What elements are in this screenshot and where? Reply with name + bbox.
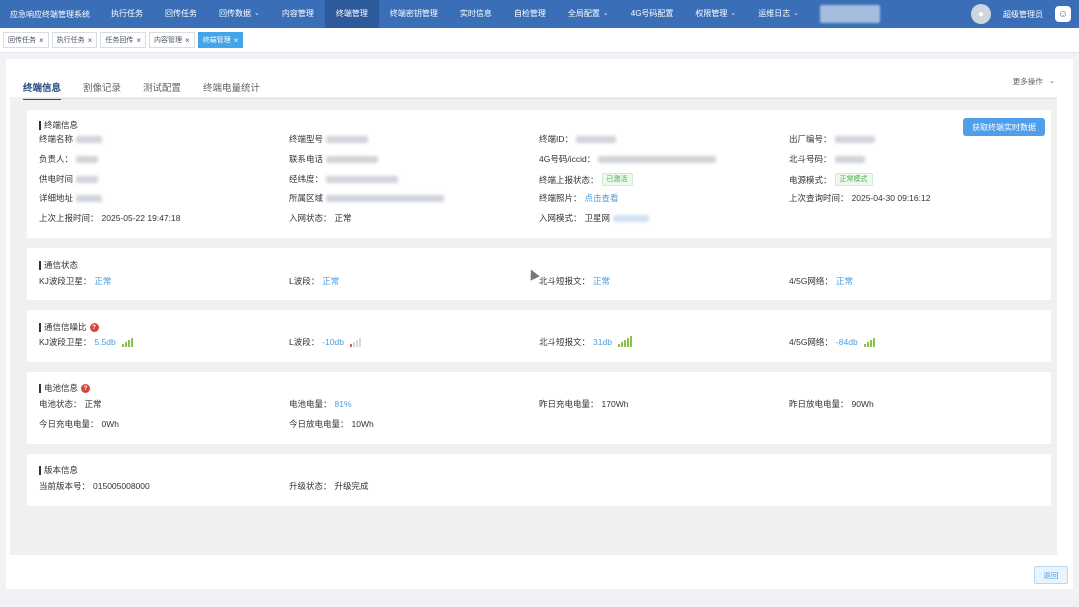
field-terminal-id: 终端ID：: [539, 133, 617, 145]
signal-strength-icon: [121, 337, 133, 347]
subtab-test-config[interactable]: 测试配置: [143, 80, 181, 100]
help-icon[interactable]: ?: [81, 383, 91, 393]
battery-status: 电池状态： 正常: [39, 399, 102, 409]
signal-strength-icon: [863, 337, 875, 347]
page-tab-terminal[interactable]: 终端管理 ×: [197, 32, 244, 48]
nav-item-realtime[interactable]: 实时信息: [449, 0, 503, 28]
subtab-divider: [23, 98, 1057, 99]
help-icon[interactable]: ?: [89, 322, 99, 332]
field-coords: 经纬度：: [289, 173, 399, 185]
battery-today-charge: 今日充电电量： 0Wh: [39, 419, 119, 429]
comm-status-title: 通信状态: [39, 259, 78, 271]
field-power-mode: 电源模式： 正常模式: [789, 173, 873, 186]
status-badge: 正常模式: [834, 173, 873, 186]
battery-level: 电池电量： 81%: [289, 399, 352, 409]
field-report-status: 终端上报状态： 已激活: [539, 173, 633, 186]
page-tab-content[interactable]: 内容管理 ×: [149, 32, 195, 48]
close-icon[interactable]: ×: [88, 36, 93, 45]
more-operations-dropdown[interactable]: 更多操作 ⌄: [1013, 76, 1055, 87]
battery-today-discharge: 今日放电电量： 10Wh: [289, 419, 374, 429]
chevron-down-icon: ⌄: [254, 10, 260, 17]
subtab-image-records[interactable]: 割像记录: [83, 80, 121, 100]
battery-yesterday-discharge: 昨日放电电量： 90Wh: [789, 399, 874, 409]
fetch-realtime-data-button[interactable]: 获取终端实时数据: [963, 118, 1045, 136]
signal-ratio-title: 通信信噪比?: [39, 321, 99, 333]
user-icon: ●: [977, 8, 985, 20]
field-last-report: 上次上报时间： 2025-05-22 19:47:18: [39, 213, 181, 223]
back-button[interactable]: 返回: [1034, 566, 1068, 584]
snr-kj-band: KJ波段卫星： 5.5db: [39, 336, 133, 348]
app-title: 应急响应终端管理系统: [10, 9, 90, 19]
field-factory-no: 出厂编号：: [789, 133, 875, 145]
avatar[interactable]: ●: [971, 4, 991, 24]
nav-item-global-config[interactable]: 全局配置 ⌄: [557, 0, 620, 28]
nav-item-4g-config[interactable]: 4G号码配置: [620, 0, 685, 28]
version-current: 当前版本号： 015005008000: [39, 481, 150, 491]
field-owner: 负责人：: [39, 153, 99, 165]
status-badge: 已激活: [601, 173, 633, 186]
chevron-down-icon: ⌄: [1048, 76, 1055, 85]
field-beidou-no: 北斗号码：: [789, 153, 865, 165]
field-region: 所属区域: [289, 192, 445, 204]
nav-item-execute-task[interactable]: 执行任务: [100, 0, 154, 28]
version-title: 版本信息: [39, 464, 78, 476]
terminal-info-card: 终端信息 获取终端实时数据 终端名称 终端型号 终端ID： 出厂编号： 负责人：…: [27, 110, 1051, 238]
nav-item-permission[interactable]: 权限管理 ⌄: [684, 0, 747, 28]
snr-beidou: 北斗短报文： 31db: [539, 335, 632, 348]
chevron-down-icon: ⌄: [730, 10, 737, 17]
page-tab-return-task[interactable]: 回传任务 ×: [3, 32, 49, 48]
chevron-down-icon: ⌄: [793, 10, 800, 17]
field-iccid: 4G号码/iccid：: [539, 153, 717, 165]
comm-kj-band: KJ波段卫星： 正常: [39, 276, 112, 286]
comm-status-card: 通信状态 KJ波段卫星： 正常 L波段： 正常 北斗短报文： 正常 4/5G网络： 正常: [27, 248, 1051, 300]
field-last-query: 上次查询时间： 2025-04-30 09:16:12: [789, 193, 931, 203]
battery-yesterday-charge: 昨日充电电量： 170Wh: [539, 399, 629, 409]
nav-item-terminal[interactable]: 终端管理: [324, 0, 379, 28]
snr-4g5g: 4/5G网络： -84db: [789, 336, 875, 348]
nav-item-return-task[interactable]: 回传任务: [154, 0, 208, 28]
nav-item-content[interactable]: 内容管理: [271, 0, 325, 28]
signal-ratio-card: 通信信噪比? KJ波段卫星： 5.5db L波段： -10db 北斗短报文： 31db…: [27, 310, 1051, 362]
snr-l-band: L波段： -10db: [289, 336, 361, 348]
close-icon[interactable]: ×: [39, 36, 44, 45]
field-net-mode: 入网模式： 卫星网: [539, 212, 650, 224]
view-photo-link[interactable]: 点击查看: [585, 192, 619, 204]
version-upgrade-status: 升级状态： 升级完成: [289, 481, 369, 491]
battery-card: 电池信息? 电池状态： 正常 电池电量： 81% 昨日充电电量： 170Wh 昨日放电…: [27, 372, 1051, 444]
user-area: ● 超级管理员 ☺: [971, 0, 1079, 28]
nav-item-ops-log[interactable]: 运维日志 ⌄: [747, 0, 810, 28]
field-install-time: 供电时间: [39, 173, 99, 185]
page-tab-task-return[interactable]: 任务回传 ×: [100, 32, 147, 48]
smiley-icon[interactable]: ☺: [1055, 6, 1071, 22]
comm-l-band: L波段： 正常: [289, 276, 340, 286]
signal-strength-icon: [617, 335, 632, 347]
subtab-power-stats[interactable]: 终端电量统计: [203, 80, 260, 100]
signal-strength-icon: [349, 337, 361, 347]
field-photo: 终端照片： 点击查看: [539, 192, 619, 204]
chevron-down-icon: ⌄: [602, 10, 609, 17]
subtab-terminal-info[interactable]: 终端信息: [23, 80, 62, 100]
detail-subtabs: 终端信息 割像记录 测试配置 终端电量统计: [23, 80, 260, 100]
close-icon[interactable]: ×: [234, 36, 239, 45]
page-tab-execute-task[interactable]: 执行任务 ×: [51, 32, 98, 48]
field-address: 详细地址: [39, 192, 103, 204]
nav-item-selfcheck[interactable]: 自检管理: [503, 0, 557, 28]
comm-beidou: 北斗短报文： 正常: [539, 276, 611, 286]
version-card: 版本信息 当前版本号： 015005008000 升级状态： 升级完成: [27, 454, 1051, 506]
field-terminal-name: 终端名称: [39, 133, 103, 145]
battery-title: 电池信息?: [39, 382, 91, 394]
field-net-status: 入网状态： 正常: [289, 213, 352, 223]
close-icon[interactable]: ×: [185, 36, 190, 45]
nav-item-terminal-key[interactable]: 终端密钥管理: [379, 0, 449, 28]
field-terminal-model: 终端型号: [289, 133, 369, 145]
comm-4g5g: 4/5G网络： 正常: [789, 276, 853, 286]
nav-search-box[interactable]: [820, 5, 881, 23]
user-name[interactable]: 超级管理员: [1003, 9, 1043, 20]
field-phone: 联系电话: [289, 153, 379, 165]
top-nav-bar: 应急响应终端管理系统 执行任务 回传任务 回传数据 ⌄ 内容管理 终端管理 终端密…: [0, 0, 1079, 28]
close-icon[interactable]: ×: [136, 36, 141, 45]
page-tab-bar: 回传任务 × 执行任务 × 任务回传 × 内容管理 × 终端管理 ×: [0, 28, 1079, 53]
nav-item-return-data[interactable]: 回传数据 ⌄: [208, 0, 271, 28]
terminal-info-title: 终端信息: [39, 119, 78, 131]
